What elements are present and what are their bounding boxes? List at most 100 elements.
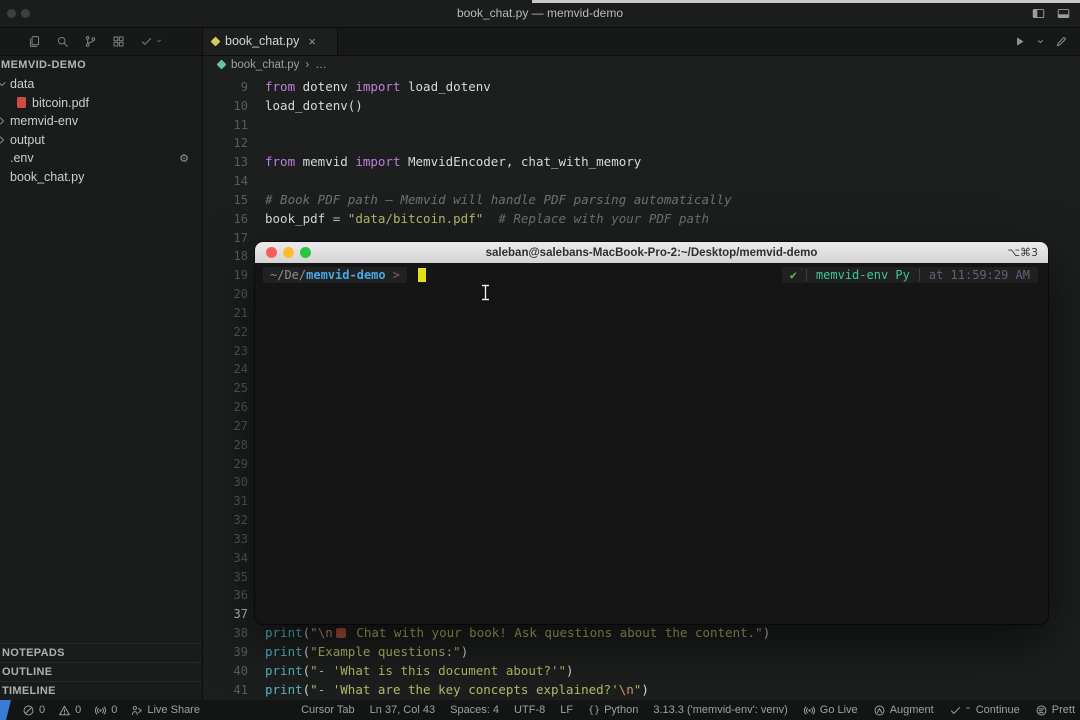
chevron-right-icon — [0, 134, 8, 146]
line-number: 16 — [233, 211, 248, 226]
status-label: 3.13.3 ('memvid-env': venv) — [653, 704, 788, 716]
line-number: 39 — [233, 644, 248, 659]
window-titlebar: book_chat.py — memvid-demo — [0, 0, 1080, 28]
line-number: 15 — [233, 192, 248, 207]
extensions-icon[interactable] — [112, 35, 125, 48]
terminal-window[interactable]: saleban@salebans-MacBook-Pro-2:~/Desktop… — [255, 242, 1048, 624]
line-number: 28 — [233, 437, 248, 452]
status-0[interactable]: 0 — [94, 704, 117, 717]
line-number: 34 — [233, 550, 248, 565]
search-icon[interactable] — [56, 35, 69, 48]
code-line-9: 9 from dotenv import load_dotenv — [202, 78, 1080, 97]
code-line-text: from dotenv import load_dotenv — [265, 79, 491, 94]
explorer-root-header[interactable]: MEMVID-DEMO — [0, 55, 202, 75]
prompt-time: at 11:59:29 AM — [928, 268, 1030, 282]
code-line-41: 41 print("- 'What are the key concepts ex… — [202, 681, 1080, 700]
breadcrumb-more[interactable]: … — [315, 59, 327, 71]
braces-icon: {} — [588, 704, 601, 716]
status-augment[interactable]: Augment — [873, 704, 934, 717]
status-continue[interactable]: Continue — [949, 704, 1020, 717]
breadcrumb-file[interactable]: book_chat.py — [231, 59, 299, 71]
file-item-label: bitcoin.pdf — [32, 95, 89, 110]
file-item-label: .env — [10, 151, 34, 166]
status-spaces-4[interactable]: Spaces: 4 — [450, 704, 499, 716]
line-number: 22 — [233, 324, 248, 339]
status-label: Prett — [1051, 704, 1075, 716]
status-live-share[interactable]: Live Share — [130, 704, 200, 717]
code-line-15: 15 # Book PDF path — Memvid will handle P… — [202, 191, 1080, 210]
line-number: 10 — [233, 98, 248, 113]
status-label: Live Share — [147, 704, 200, 716]
file-item-data[interactable]: data — [0, 75, 202, 94]
status-0[interactable]: 0 — [58, 704, 81, 717]
file-item-bitcoin-pdf[interactable]: bitcoin.pdf — [0, 94, 202, 113]
line-number: 41 — [233, 682, 248, 697]
layout-panel-icon[interactable] — [1057, 7, 1070, 20]
sidebar-section-timeline[interactable]: TIMELINE — [0, 681, 202, 700]
source-control-icon[interactable] — [84, 35, 97, 48]
remote-indicator[interactable] — [0, 700, 11, 720]
code-line-10: 10 load_dotenv() — [202, 97, 1080, 116]
warning-icon — [58, 704, 71, 717]
breadcrumb-separator: › — [305, 58, 310, 71]
status-ln-37-col-43[interactable]: Ln 37, Col 43 — [370, 704, 435, 716]
line-number: 9 — [240, 80, 248, 94]
breadcrumb[interactable]: book_chat.py › … — [202, 55, 1080, 74]
tab-toolbar-row: book_chat.py × — [0, 27, 1080, 56]
status-label: 0 — [39, 704, 46, 716]
status-label: Augment — [889, 704, 934, 716]
status-lf[interactable]: LF — [560, 704, 573, 716]
tab-book-chat-py[interactable]: book_chat.py × — [202, 27, 338, 55]
chevron-down-icon[interactable] — [1036, 37, 1045, 46]
code-line-text: print("Example questions:") — [265, 643, 469, 659]
prompt-path-current: memvid-demo — [306, 268, 386, 282]
sidebar-section-outline[interactable]: OUTLINE — [0, 662, 202, 681]
status-go-live[interactable]: Go Live — [803, 704, 858, 717]
chevron-right-icon — [0, 115, 8, 127]
line-number: 17 — [233, 230, 248, 245]
layout-sidebar-icon[interactable] — [1032, 7, 1045, 20]
status-prett[interactable]: Prett — [1035, 704, 1075, 717]
status-label: LF — [560, 704, 574, 716]
file-item-output[interactable]: output — [0, 131, 202, 150]
files-icon[interactable] — [28, 35, 41, 48]
file-list: data bitcoin.pdf memvid-env output .env ⚙ book… — [0, 75, 202, 186]
pencil-icon[interactable] — [1055, 35, 1068, 48]
status-label: 0 — [75, 704, 82, 716]
sidebar-section-notepads[interactable]: NOTEPADS — [0, 643, 202, 662]
file-item-env[interactable]: .env ⚙ — [0, 149, 202, 168]
check-icon[interactable] — [140, 35, 163, 48]
terminal-titlebar[interactable]: saleban@salebans-MacBook-Pro-2:~/Desktop… — [255, 242, 1048, 263]
terminal-body[interactable]: ~/De / memvid-demo > ✔ memvid-env Py at 11:… — [255, 263, 1048, 624]
file-item-memvid-env[interactable]: memvid-env — [0, 112, 202, 131]
gear-icon[interactable]: ⚙ — [179, 152, 189, 165]
prompt-path-pill: ~/De / memvid-demo > — [263, 267, 407, 283]
line-number: 13 — [233, 155, 248, 170]
run-button[interactable] — [1013, 35, 1026, 48]
file-item-label: book_chat.py — [10, 169, 85, 184]
code-line-text: book_pdf = "data/bitcoin.pdf" # Replace … — [265, 210, 710, 226]
file-item-book-chat-py[interactable]: book_chat.py — [0, 168, 202, 187]
tower-icon — [94, 704, 107, 717]
prompt-path-separator: / — [298, 268, 307, 282]
prompt-path-prefix: ~/De — [270, 268, 299, 282]
line-number: 25 — [233, 381, 248, 396]
liveshare-icon — [130, 704, 143, 717]
status-python[interactable]: {} Python — [588, 704, 638, 716]
status-0[interactable]: 0 — [22, 704, 45, 717]
status-utf-8[interactable]: UTF-8 — [514, 704, 545, 716]
python-file-icon — [216, 59, 227, 70]
close-icon[interactable]: × — [308, 34, 316, 49]
status-cursor-tab[interactable]: Cursor Tab — [301, 704, 355, 716]
status-3-13-3-memvid-env-venv[interactable]: 3.13.3 ('memvid-env': venv) — [653, 704, 787, 716]
code-line-40: 40 print("- 'What is this document about?… — [202, 662, 1080, 681]
code-line-12: 12 — [202, 134, 1080, 153]
terminal-shortcut-badge: ⌥⌘3 — [1007, 246, 1038, 259]
line-number: 14 — [233, 174, 248, 189]
line-number: 24 — [233, 362, 248, 377]
shell-prompt: ~/De / memvid-demo > — [263, 267, 426, 283]
code-line-11: 11 — [202, 116, 1080, 135]
